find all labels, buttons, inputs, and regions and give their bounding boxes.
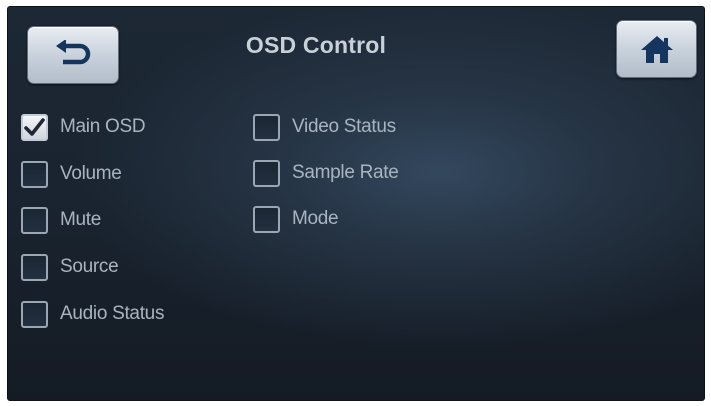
- mute-label: Mute: [60, 209, 102, 230]
- option-main-osd[interactable]: Main OSD: [21, 112, 146, 142]
- sample-rate-checkbox[interactable]: [253, 159, 280, 187]
- option-mode[interactable]: Mode: [253, 204, 339, 234]
- sample-rate-label: Sample Rate: [292, 162, 399, 183]
- mute-checkbox[interactable]: [21, 206, 48, 234]
- main-osd-checkbox[interactable]: [21, 113, 48, 141]
- volume-label: Volume: [60, 163, 122, 184]
- volume-checkbox[interactable]: [21, 160, 48, 188]
- video-status-checkbox[interactable]: [253, 113, 280, 141]
- video-status-label: Video Status: [292, 116, 396, 137]
- source-label: Source: [60, 256, 119, 277]
- home-button[interactable]: [616, 20, 697, 78]
- audio-status-label: Audio Status: [60, 303, 165, 324]
- option-mute[interactable]: Mute: [21, 205, 101, 235]
- home-icon: [640, 36, 673, 63]
- osd-control-screen: OSD Control Main OSD Volume Mute Source …: [7, 6, 705, 401]
- option-sample-rate[interactable]: Sample Rate: [253, 158, 399, 188]
- mode-checkbox[interactable]: [253, 205, 280, 233]
- option-video-status[interactable]: Video Status: [253, 112, 396, 142]
- page-title: OSD Control: [245, 32, 387, 58]
- option-volume[interactable]: Volume: [21, 159, 122, 189]
- option-source[interactable]: Source: [21, 252, 119, 282]
- audio-status-checkbox[interactable]: [21, 300, 48, 328]
- main-osd-label: Main OSD: [60, 116, 146, 137]
- option-audio-status[interactable]: Audio Status: [21, 299, 164, 329]
- source-checkbox[interactable]: [21, 253, 48, 281]
- mode-label: Mode: [292, 208, 339, 229]
- check-icon: [24, 117, 45, 136]
